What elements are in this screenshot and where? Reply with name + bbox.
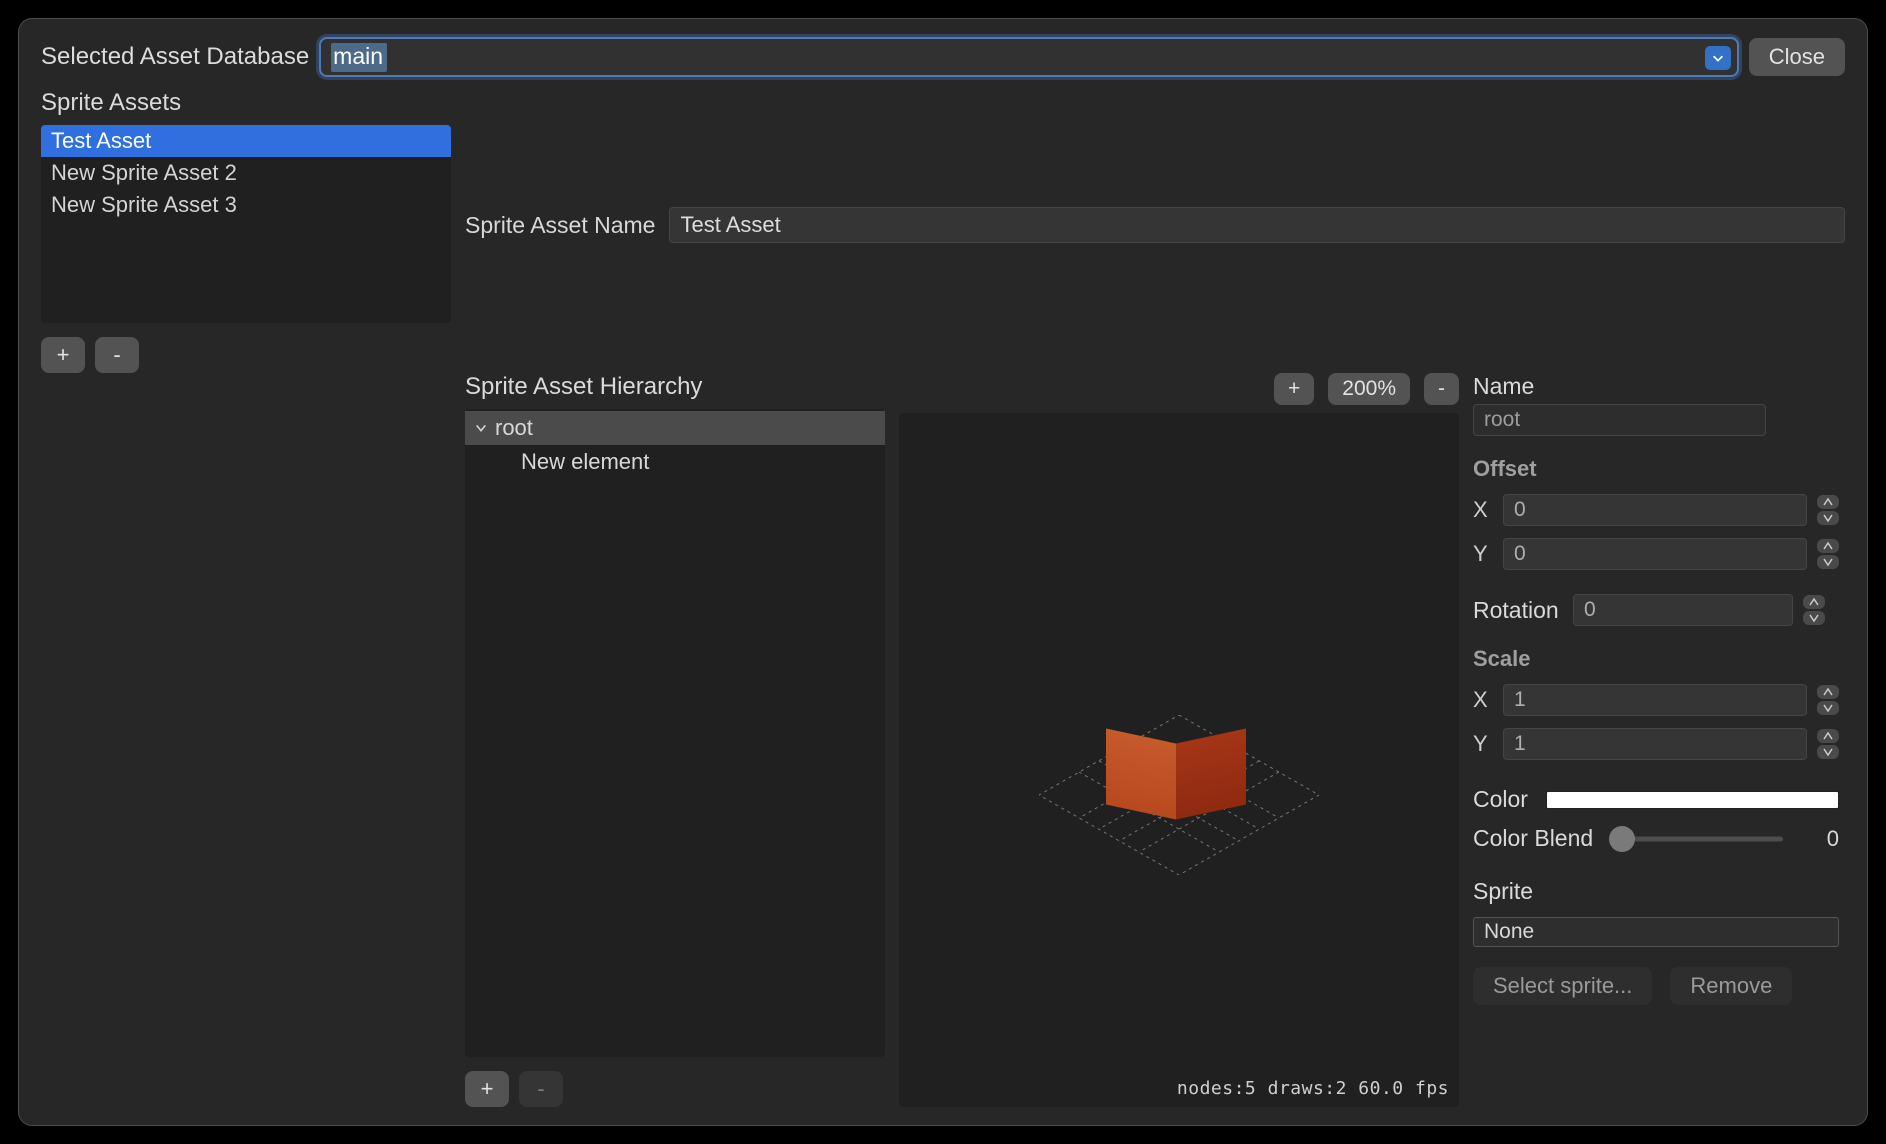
close-button[interactable]: Close [1749,38,1845,76]
remove-asset-button[interactable]: - [95,337,139,373]
rotation-input[interactable] [1573,594,1793,626]
preview-column: + 200% - [899,373,1459,1107]
tree-item-child[interactable]: New element [465,445,885,479]
preview-toolbar: + 200% - [899,373,1459,405]
color-label: Color [1473,786,1528,813]
tree-item-label: New element [521,449,649,475]
stepper-up-icon [1817,729,1839,743]
assets-title: Sprite Assets [41,89,451,117]
offset-y-stepper[interactable] [1817,539,1839,569]
rotation-label: Rotation [1473,597,1563,624]
scale-x-row: X [1473,684,1839,716]
zoom-in-button[interactable]: + [1274,373,1314,405]
color-blend-value: 0 [1799,826,1839,852]
database-label: Selected Asset Database [41,43,309,71]
sprite-buttons: Select sprite... Remove [1473,967,1839,1005]
tree-item-label: root [495,415,533,441]
tree-item-root[interactable]: root [465,411,885,445]
assets-buttons: + - [41,337,451,373]
sprite-preview [1106,736,1246,812]
rotation-stepper[interactable] [1803,595,1825,625]
hierarchy-buttons: + - [465,1071,885,1107]
asset-name-input[interactable] [669,207,1845,243]
hierarchy-title: Sprite Asset Hierarchy [465,373,885,401]
chevron-down-icon[interactable] [1705,46,1731,70]
sprite-section-label: Sprite [1473,878,1839,905]
zoom-out-button[interactable]: - [1424,373,1459,405]
preview-canvas[interactable]: nodes:5 draws:2 60.0 fps [899,413,1459,1107]
stepper-up-icon [1803,595,1825,609]
select-sprite-button[interactable]: Select sprite... [1473,967,1652,1005]
asset-item[interactable]: New Sprite Asset 3 [41,189,451,221]
asset-name-label: Sprite Asset Name [465,212,655,239]
scale-x-stepper[interactable] [1817,685,1839,715]
stepper-down-icon [1803,611,1825,625]
stepper-up-icon [1817,539,1839,553]
zoom-level-button[interactable]: 200% [1328,373,1410,405]
stepper-down-icon [1817,745,1839,759]
stepper-up-icon [1817,495,1839,509]
hierarchy-tree[interactable]: root New element [465,409,885,1057]
topbar: Selected Asset Database main Close [19,19,1867,83]
color-blend-row: Color Blend 0 [1473,825,1839,852]
axis-label-x: X [1473,687,1493,713]
sprite-value[interactable]: None [1473,917,1839,947]
chevron-down-icon[interactable] [473,420,489,436]
hierarchy-column: Sprite Asset Hierarchy root New element … [465,373,885,1107]
editor-window: Selected Asset Database main Close Sprit… [18,18,1868,1126]
stepper-down-icon [1817,701,1839,715]
offset-x-row: X [1473,494,1839,526]
scale-y-stepper[interactable] [1817,729,1839,759]
scale-y-row: Y [1473,728,1839,760]
database-combo[interactable]: main [319,37,1739,77]
offset-label: Offset [1473,456,1839,482]
axis-label-y: Y [1473,731,1493,757]
asset-item[interactable]: New Sprite Asset 2 [41,157,451,189]
offset-x-stepper[interactable] [1817,495,1839,525]
color-blend-label: Color Blend [1473,825,1593,852]
assets-list[interactable]: Test Asset New Sprite Asset 2 New Sprite… [41,125,451,323]
add-asset-button[interactable]: + [41,337,85,373]
offset-y-input[interactable] [1503,538,1807,570]
scale-x-input[interactable] [1503,684,1807,716]
properties-column: Name Offset X Y Rot [1473,373,1845,1107]
offset-y-row: Y [1473,538,1839,570]
stepper-down-icon [1817,555,1839,569]
stepper-down-icon [1817,511,1839,525]
asset-item[interactable]: Test Asset [41,125,451,157]
name-label: Name [1473,373,1839,400]
remove-sprite-button[interactable]: Remove [1670,967,1792,1005]
database-selected-value: main [331,43,387,72]
asset-name-row: Sprite Asset Name [465,89,1845,361]
assets-column: Sprite Assets Test Asset New Sprite Asse… [41,89,451,373]
main-area: Sprite Assets Test Asset New Sprite Asse… [19,83,1867,1117]
rotation-row: Rotation [1473,594,1839,626]
name-input[interactable] [1473,404,1766,436]
color-swatch[interactable] [1546,791,1839,809]
axis-label-x: X [1473,497,1493,523]
scale-label: Scale [1473,646,1839,672]
offset-x-input[interactable] [1503,494,1807,526]
scale-y-input[interactable] [1503,728,1807,760]
color-blend-slider[interactable] [1609,826,1783,852]
stepper-up-icon [1817,685,1839,699]
add-element-button[interactable]: + [465,1071,509,1107]
color-row: Color [1473,786,1839,813]
slider-thumb[interactable] [1609,826,1635,852]
render-stats: nodes:5 draws:2 60.0 fps [1177,1078,1449,1099]
remove-element-button: - [519,1071,563,1107]
axis-label-y: Y [1473,541,1493,567]
